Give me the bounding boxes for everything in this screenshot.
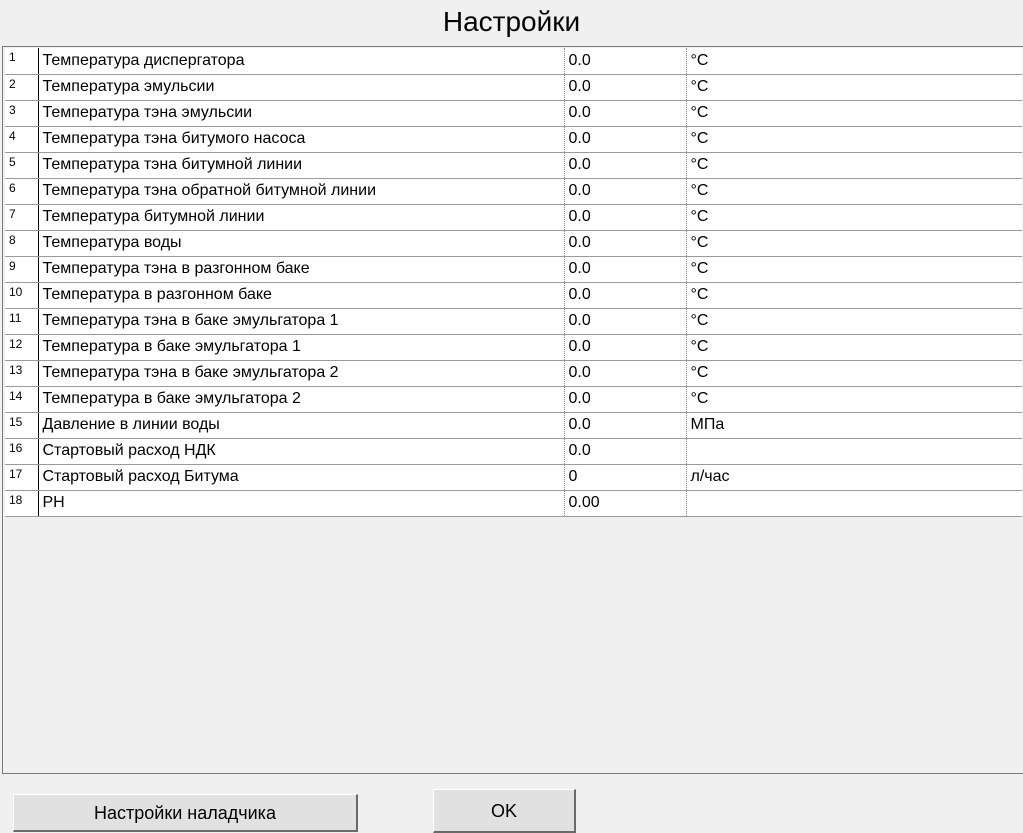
- parameter-name: Температура в баке эмульгатора 2: [38, 386, 565, 413]
- parameter-name: Температура тэна обратной битумной линии: [38, 178, 565, 205]
- parameter-value-cell[interactable]: 0.0: [564, 48, 687, 75]
- parameter-unit: °C: [686, 308, 1022, 335]
- parameter-unit: °C: [686, 256, 1022, 283]
- parameter-value-cell[interactable]: 0.0: [564, 74, 687, 101]
- parameter-name: Температура тэна битумого насоса: [38, 126, 565, 153]
- parameter-name: PH: [38, 490, 565, 517]
- row-number: 4: [5, 126, 39, 153]
- parameter-unit: °C: [686, 204, 1022, 231]
- table-row[interactable]: 18 PH 0.00: [5, 490, 1022, 517]
- table-row[interactable]: 13 Температура тэна в баке эмульгатора 20…: [5, 360, 1022, 387]
- parameter-name: Температура в разгонном баке: [38, 282, 565, 309]
- row-number: 16: [5, 438, 39, 465]
- parameter-name: Температура тэна в разгонном баке: [38, 256, 565, 283]
- table-row[interactable]: 6 Температура тэна обратной битумной лини…: [5, 178, 1022, 205]
- parameter-unit: °C: [686, 282, 1022, 309]
- row-number: 3: [5, 100, 39, 127]
- table-row[interactable]: 1 Температура диспергатора 0.0 °C: [5, 48, 1022, 75]
- table-row[interactable]: 12 Температура в баке эмульгатора 1 0.0 °C: [5, 334, 1022, 361]
- table-row[interactable]: 7 Температура битумной линии 0.0 °C: [5, 204, 1022, 231]
- parameter-value-cell[interactable]: 0.0: [564, 204, 687, 231]
- parameter-unit: °C: [686, 230, 1022, 257]
- row-number: 8: [5, 230, 39, 257]
- parameter-value-cell[interactable]: 0.0: [564, 412, 687, 439]
- parameter-value-cell[interactable]: 0.0: [564, 126, 687, 153]
- parameter-name: Температура диспергатора: [38, 48, 565, 75]
- parameter-value-cell[interactable]: 0.0: [564, 152, 687, 179]
- row-number: 5: [5, 152, 39, 179]
- table-row[interactable]: 14 Температура в баке эмульгатора 2 0.0 °C: [5, 386, 1022, 413]
- table-row[interactable]: 10 Температура в разгонном баке 0.0 °C: [5, 282, 1022, 309]
- settings-grid: 1 Температура диспергатора 0.0 °C 2 Температу…: [2, 46, 1023, 774]
- parameter-unit: [686, 490, 1022, 517]
- parameter-value-cell[interactable]: 0.0: [564, 100, 687, 127]
- row-number: 10: [5, 282, 39, 309]
- row-number: 2: [5, 74, 39, 101]
- parameter-name: Температура тэна в баке эмульгатора 1: [38, 308, 565, 335]
- parameter-unit: л/час: [686, 464, 1022, 491]
- parameter-value-cell[interactable]: 0.0: [564, 334, 687, 361]
- parameter-value-cell[interactable]: 0.0: [564, 256, 687, 283]
- row-number: 15: [5, 412, 39, 439]
- row-number: 9: [5, 256, 39, 283]
- table-row[interactable]: 5 Температура тэна битумной линии 0.0 °C: [5, 152, 1022, 179]
- row-number: 18: [5, 490, 39, 517]
- parameter-name: Стартовый расход Битума: [38, 464, 565, 491]
- ok-button[interactable]: OK: [433, 789, 576, 833]
- window-title: Настройки: [442, 6, 581, 37]
- parameter-unit: °C: [686, 126, 1022, 153]
- row-number: 1: [5, 48, 39, 75]
- parameter-value-cell[interactable]: 0.0: [564, 308, 687, 335]
- parameter-value-cell[interactable]: 0.0: [564, 282, 687, 309]
- row-number: 17: [5, 464, 39, 491]
- settings-window: Настройки 1 Температура диспергатора 0.0 °C…: [0, 0, 1023, 833]
- row-number: 14: [5, 386, 39, 413]
- row-number: 6: [5, 178, 39, 205]
- parameter-value-cell[interactable]: 0: [564, 464, 687, 491]
- row-number: 12: [5, 334, 39, 361]
- row-number: 11: [5, 308, 39, 335]
- parameter-value-cell[interactable]: 0.0: [564, 360, 687, 387]
- parameter-value-cell[interactable]: 0.0: [564, 438, 687, 465]
- table-row[interactable]: 3 Температура тэна эмульсии 0.0 °C: [5, 100, 1022, 127]
- parameter-name: Температура тэна эмульсии: [38, 100, 565, 127]
- parameter-unit: °C: [686, 74, 1022, 101]
- adjuster-settings-button[interactable]: Настройки наладчика: [13, 794, 358, 832]
- parameter-name: Давление в линии воды: [38, 412, 565, 439]
- parameter-name: Температура в баке эмульгатора 1: [38, 334, 565, 361]
- parameter-value-cell[interactable]: 0.0: [564, 386, 687, 413]
- table-row[interactable]: 15 Давление в линии воды 0.0 МПа: [5, 412, 1022, 439]
- settings-table-body: 1 Температура диспергатора 0.0 °C 2 Температу…: [5, 48, 1022, 517]
- parameter-value-cell[interactable]: 0.0: [564, 178, 687, 205]
- parameter-unit: °C: [686, 152, 1022, 179]
- parameter-name: Стартовый расход НДК: [38, 438, 565, 465]
- table-row[interactable]: 16 Стартовый расход НДК 0.0: [5, 438, 1022, 465]
- parameter-unit: °C: [686, 334, 1022, 361]
- parameter-name: Температура тэна в баке эмульгатора 2: [38, 360, 565, 387]
- parameter-unit: °C: [686, 48, 1022, 75]
- settings-table: 1 Температура диспергатора 0.0 °C 2 Температу…: [5, 48, 1022, 517]
- parameter-unit: [686, 438, 1022, 465]
- parameter-unit: °C: [686, 178, 1022, 205]
- table-row[interactable]: 2 Температура эмульсии 0.0 °C: [5, 74, 1022, 101]
- row-number: 13: [5, 360, 39, 387]
- table-row[interactable]: 8 Температура воды 0.0 °C: [5, 230, 1022, 257]
- parameter-value-cell[interactable]: 0.0: [564, 230, 687, 257]
- table-row[interactable]: 9 Температура тэна в разгонном баке 0.0 °C: [5, 256, 1022, 283]
- parameter-unit: °C: [686, 360, 1022, 387]
- parameter-name: Температура битумной линии: [38, 204, 565, 231]
- parameter-name: Температура воды: [38, 230, 565, 257]
- parameter-name: Температура эмульсии: [38, 74, 565, 101]
- parameter-name: Температура тэна битумной линии: [38, 152, 565, 179]
- table-row[interactable]: 11 Температура тэна в баке эмульгатора 10…: [5, 308, 1022, 335]
- table-row[interactable]: 17 Стартовый расход Битума 0 л/час: [5, 464, 1022, 491]
- parameter-unit: °C: [686, 100, 1022, 127]
- parameter-unit: МПа: [686, 412, 1022, 439]
- parameter-unit: °C: [686, 386, 1022, 413]
- row-number: 7: [5, 204, 39, 231]
- parameter-value-cell[interactable]: 0.00: [564, 490, 687, 517]
- table-row[interactable]: 4 Температура тэна битумого насоса 0.0 °C: [5, 126, 1022, 153]
